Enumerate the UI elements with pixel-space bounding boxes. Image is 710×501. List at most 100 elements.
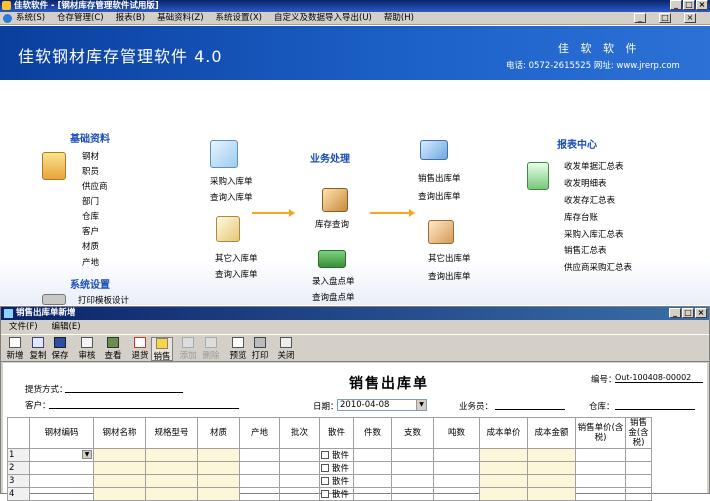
origin-cell[interactable] <box>239 474 280 488</box>
menu-stock[interactable]: 仓存管理(C) <box>57 13 104 23</box>
tons-cell[interactable] <box>433 487 480 501</box>
link-report-supplier[interactable]: 供应商采购汇总表 <box>564 261 632 273</box>
steel-code-cell[interactable] <box>29 461 94 475</box>
origin-cell[interactable] <box>239 461 280 475</box>
bulk-checkbox[interactable] <box>321 451 329 459</box>
bulk-checkbox[interactable] <box>321 464 329 472</box>
bulk-cell[interactable]: 散件 <box>319 487 354 501</box>
link-report-detail[interactable]: 收发明细表 <box>564 177 607 189</box>
link-query-in[interactable]: 查询入库单 <box>210 191 253 203</box>
steel-name-cell[interactable] <box>93 461 146 475</box>
menu-import-export[interactable]: 自定义及数据导入导出(U) <box>274 13 372 23</box>
link-purchase-in[interactable]: 采购入库单 <box>210 175 253 187</box>
mdi-minimize-button[interactable]: _ <box>634 13 646 23</box>
customer-input[interactable] <box>49 400 239 409</box>
tons-cell[interactable] <box>433 474 480 488</box>
delete-row-button[interactable]: 删除 <box>200 337 222 361</box>
return-button[interactable]: 退货 <box>129 337 151 361</box>
link-print-template[interactable]: 打印模板设计 <box>78 294 129 306</box>
sale-price-cell[interactable] <box>575 487 626 501</box>
link-other-out[interactable]: 其它出库单 <box>428 252 471 264</box>
link-material[interactable]: 材质 <box>82 240 99 252</box>
sale-amount-cell[interactable] <box>625 487 652 501</box>
menu-settings[interactable]: 系统设置(X) <box>216 13 262 23</box>
salesman-input[interactable] <box>495 401 565 410</box>
link-report-ledger[interactable]: 库存台账 <box>564 211 598 223</box>
material-cell[interactable] <box>197 487 240 501</box>
copy-button[interactable]: 复制 <box>27 337 49 361</box>
sale-price-cell[interactable] <box>575 448 626 462</box>
cost-price-cell[interactable] <box>479 474 528 488</box>
table-row[interactable]: 1 ▼ 散件 <box>7 448 652 462</box>
spec-cell[interactable] <box>145 487 198 501</box>
cost-amount-cell[interactable] <box>527 474 576 488</box>
maximize-button[interactable]: □ <box>683 0 695 10</box>
batch-cell[interactable] <box>279 448 320 462</box>
tons-cell[interactable] <box>433 448 480 462</box>
material-cell[interactable] <box>197 461 240 475</box>
batch-cell[interactable] <box>279 487 320 501</box>
menu-reports[interactable]: 报表(B) <box>116 13 145 23</box>
spec-cell[interactable] <box>145 461 198 475</box>
cost-price-cell[interactable] <box>479 487 528 501</box>
warehouse-input[interactable] <box>615 401 695 410</box>
mdi-close-button[interactable]: × <box>684 13 696 23</box>
count-cell[interactable] <box>391 461 434 475</box>
link-report-doc-summary[interactable]: 收发单据汇总表 <box>564 160 624 172</box>
bulk-checkbox[interactable] <box>321 490 329 498</box>
link-warehouse[interactable]: 仓库 <box>82 210 99 222</box>
steel-code-cell[interactable]: ▼ <box>29 448 94 462</box>
sub-maximize-button[interactable]: □ <box>682 308 694 318</box>
sale-price-cell[interactable] <box>575 461 626 475</box>
link-staff[interactable]: 职员 <box>82 165 99 177</box>
table-row[interactable]: 4 散件 <box>7 487 652 501</box>
bulk-cell[interactable]: 散件 <box>319 474 354 488</box>
link-sales-out[interactable]: 销售出库单 <box>418 172 461 184</box>
pieces-cell[interactable] <box>353 487 392 501</box>
link-supplier[interactable]: 供应商 <box>82 180 108 192</box>
sub-minimize-button[interactable]: _ <box>669 308 681 318</box>
material-cell[interactable] <box>197 474 240 488</box>
bulk-cell[interactable]: 散件 <box>319 448 354 462</box>
link-query-out[interactable]: 查询出库单 <box>418 190 461 202</box>
link-stock-query[interactable]: 库存查询 <box>315 218 349 230</box>
cost-price-cell[interactable] <box>479 461 528 475</box>
pickup-input[interactable] <box>65 384 183 393</box>
sub-close-button[interactable]: × <box>695 308 707 318</box>
steel-code-cell[interactable] <box>29 487 94 501</box>
tons-cell[interactable] <box>433 461 480 475</box>
view-button[interactable]: 查看 <box>102 337 124 361</box>
link-report-inout-summary[interactable]: 收发存汇总表 <box>564 194 615 206</box>
sales-button[interactable]: 销售 <box>151 337 173 362</box>
batch-cell[interactable] <box>279 474 320 488</box>
pieces-cell[interactable] <box>353 448 392 462</box>
batch-cell[interactable] <box>279 461 320 475</box>
material-cell[interactable] <box>197 448 240 462</box>
add-row-button[interactable]: 添加 <box>177 337 199 361</box>
close-form-button[interactable]: 关闭 <box>275 337 297 361</box>
sale-amount-cell[interactable] <box>625 448 652 462</box>
menu-help[interactable]: 帮助(H) <box>384 13 414 23</box>
origin-cell[interactable] <box>239 487 280 501</box>
link-report-purchase-in[interactable]: 采购入库汇总表 <box>564 228 624 240</box>
sub-menu-edit[interactable]: 编辑(E) <box>52 322 81 332</box>
bulk-cell[interactable]: 散件 <box>319 461 354 475</box>
steel-name-cell[interactable] <box>93 448 146 462</box>
cost-amount-cell[interactable] <box>527 461 576 475</box>
save-button[interactable]: 保存 <box>49 337 71 361</box>
cost-price-cell[interactable] <box>479 448 528 462</box>
chevron-down-icon[interactable]: ▼ <box>82 450 92 459</box>
date-picker[interactable]: 2010-04-08 ▼ <box>337 399 427 411</box>
close-window-button[interactable]: × <box>696 0 708 10</box>
spec-cell[interactable] <box>145 474 198 488</box>
count-cell[interactable] <box>391 474 434 488</box>
link-count-in[interactable]: 录入盘点单 <box>312 275 355 287</box>
minimize-button[interactable]: _ <box>670 0 682 10</box>
steel-name-cell[interactable] <box>93 474 146 488</box>
link-report-sales[interactable]: 销售汇总表 <box>564 244 607 256</box>
pieces-cell[interactable] <box>353 474 392 488</box>
pieces-cell[interactable] <box>353 461 392 475</box>
count-cell[interactable] <box>391 448 434 462</box>
table-row[interactable]: 2 散件 <box>7 461 652 475</box>
link-other-in[interactable]: 其它入库单 <box>215 252 258 264</box>
